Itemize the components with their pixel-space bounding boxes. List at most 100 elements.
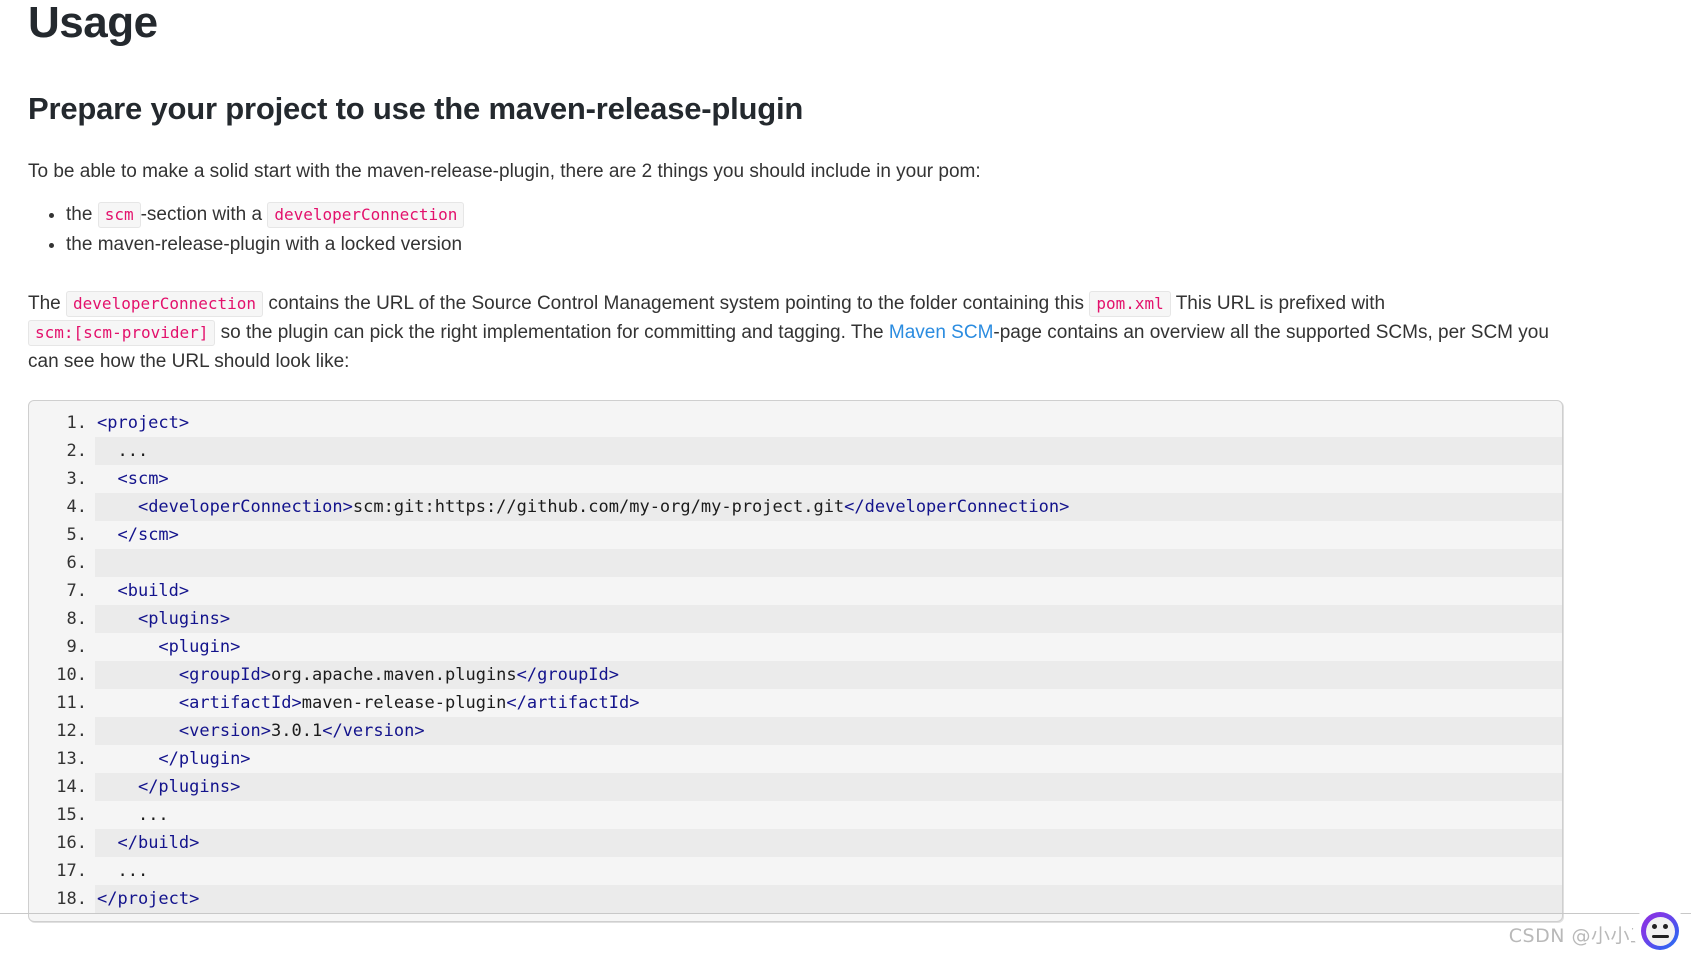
code-line-content: </build> — [95, 829, 1562, 858]
line-number: 16. — [56, 833, 87, 854]
code-text-node: ... — [117, 441, 149, 462]
code-line: 12. <version>3.0.1</version> — [29, 717, 1562, 746]
code-line-content: </plugins> — [95, 773, 1562, 802]
code-line: 5. </scm> — [29, 521, 1562, 549]
para-segment-4: so the plugin can pick the right impleme… — [215, 322, 889, 344]
para-segment-2: contains the URL of the Source Control M… — [263, 293, 1090, 315]
code-text-node: scm:git:https://github.com/my-org/my-pro… — [352, 497, 845, 518]
code-line: 13. </plugin> — [29, 745, 1562, 773]
maven-scm-link[interactable]: Maven SCM — [889, 322, 994, 343]
xml-tag: </plugin> — [158, 749, 251, 770]
code-line-content — [95, 549, 1562, 578]
line-number: 3. — [66, 469, 87, 490]
code-line: 3. <scm> — [29, 465, 1562, 493]
inline-code-pomxml: pom.xml — [1089, 291, 1171, 318]
list-item: the scm-section with a developerConnecti… — [66, 200, 1663, 229]
line-number: 17. — [56, 861, 87, 882]
code-line-content: ... — [95, 437, 1562, 466]
code-line: 11. <artifactId>maven-release-plugin</ar… — [29, 689, 1562, 717]
line-number: 11. — [56, 693, 87, 714]
code-block-xml[interactable]: 1. <project> 2. ... 3. <scm> 4. <developerCo… — [28, 400, 1563, 923]
code-line: 1. <project> — [29, 409, 1562, 437]
avatar-ring — [1641, 912, 1679, 950]
line-number: 4. — [66, 497, 87, 518]
line-number: 12. — [56, 721, 87, 742]
xml-tag: </artifactId> — [506, 693, 640, 714]
code-line-content: <scm> — [95, 465, 1562, 493]
xml-tag: <plugins> — [137, 609, 231, 630]
code-line-content: ... — [95, 801, 1562, 829]
code-line-content: </plugin> — [95, 745, 1562, 773]
code-line: 16. </build> — [29, 829, 1562, 858]
code-line-content: <build> — [95, 577, 1562, 605]
code-line: 18. </project> — [29, 885, 1562, 914]
line-number: 7. — [66, 581, 87, 602]
xml-tag: </version> — [322, 721, 425, 742]
code-line: 10. <groupId>org.apache.maven.plugins</g… — [29, 661, 1562, 690]
code-line-content: <project> — [95, 409, 1562, 437]
code-line-content: <version>3.0.1</version> — [95, 717, 1562, 746]
xml-tag: <developerConnection> — [137, 497, 353, 518]
section-heading: Prepare your project to use the maven-re… — [28, 91, 804, 127]
code-line: 2. ... — [29, 437, 1562, 466]
code-line: 14. </plugins> — [29, 773, 1562, 802]
code-line: 6. — [29, 549, 1562, 578]
bullet-text-middle: -section with a — [140, 204, 268, 226]
code-text-node: org.apache.maven.plugins — [271, 665, 517, 686]
inline-code-scm-provider: scm:[scm-provider] — [28, 320, 216, 347]
code-line: 8. <plugins> — [29, 605, 1562, 634]
para-segment-1: The — [28, 293, 67, 315]
line-number: 2. — [66, 441, 87, 462]
line-number: 15. — [56, 805, 87, 826]
line-number: 8. — [66, 609, 87, 630]
code-line: 9. <plugin> — [29, 633, 1562, 661]
code-line: 4. <developerConnection>scm:git:https://… — [29, 493, 1562, 522]
line-number: 1. — [66, 413, 87, 434]
xml-tag: </scm> — [117, 525, 179, 546]
xml-tag: <groupId> — [178, 665, 272, 686]
list-item: the maven-release-plugin with a locked v… — [66, 230, 1663, 259]
line-number: 5. — [66, 525, 87, 546]
xml-tag: </build> — [117, 833, 200, 854]
code-line-content: <plugins> — [95, 605, 1562, 634]
line-number: 18. — [56, 889, 87, 910]
line-number: 13. — [56, 749, 87, 770]
para-segment-3: This URL is prefixed with — [1170, 293, 1386, 315]
xml-tag: <version> — [178, 721, 272, 742]
user-avatar-icon — [1633, 904, 1687, 958]
code-line: 17. ... — [29, 857, 1562, 885]
line-number: 10. — [56, 665, 87, 686]
inline-code-developerconnection: developerConnection — [66, 291, 264, 318]
code-line: 15. ... — [29, 801, 1562, 829]
xml-tag: </groupId> — [516, 665, 620, 686]
page-title: Usage — [28, 0, 158, 47]
xml-tag: <build> — [117, 581, 190, 602]
footer-divider — [0, 913, 1691, 914]
code-text-node: ... — [137, 805, 169, 826]
intro-paragraph: To be able to make a solid start with th… — [28, 161, 981, 183]
line-number: 9. — [66, 637, 87, 658]
code-line-content: <artifactId>maven-release-plugin</artifa… — [95, 689, 1562, 717]
xml-tag: </project> — [97, 889, 200, 910]
inline-code-scm: scm — [97, 202, 141, 229]
code-line-content: <plugin> — [95, 633, 1562, 661]
xml-tag: <scm> — [117, 469, 169, 490]
document-page: Usage Prepare your project to use the ma… — [0, 0, 1691, 962]
code-text-node: ... — [117, 861, 149, 882]
code-line-content: <developerConnection>scm:git:https://git… — [95, 493, 1562, 522]
xml-tag: </developerConnection> — [844, 497, 1070, 518]
description-paragraph: The developerConnection contains the URL… — [28, 289, 1568, 376]
xml-tag: <artifactId> — [178, 693, 302, 714]
xml-tag: <plugin> — [158, 637, 241, 658]
line-number: 6. — [66, 553, 87, 574]
line-number: 14. — [56, 777, 87, 798]
code-line-content: ... — [95, 857, 1562, 885]
code-text-node: 3.0.1 — [271, 721, 323, 742]
bullet-text-prefix: the — [66, 204, 98, 226]
code-line-content: <groupId>org.apache.maven.plugins</group… — [95, 661, 1562, 690]
bullet-text: the maven-release-plugin with a locked v… — [66, 234, 463, 256]
code-line: 7. <build> — [29, 577, 1562, 605]
code-text-node: maven-release-plugin — [301, 693, 507, 714]
requirements-list: the scm-section with a developerConnecti… — [28, 200, 1663, 259]
avatar-face — [1645, 916, 1675, 946]
